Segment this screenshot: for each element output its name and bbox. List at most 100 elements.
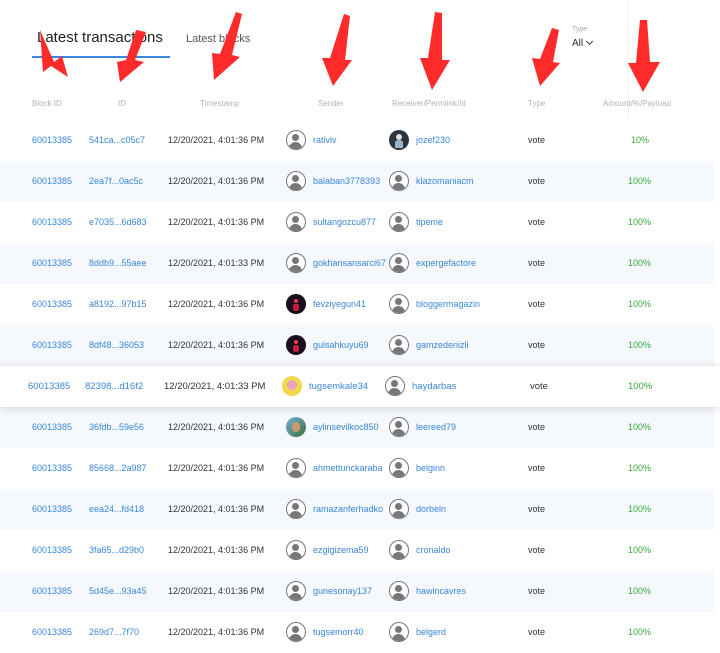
- transaction-type: vote: [530, 381, 548, 392]
- column-header-id: ID: [118, 99, 126, 108]
- sender-link[interactable]: balaban3778393: [313, 161, 389, 202]
- tab-latest-transactions[interactable]: Latest transactions: [37, 29, 163, 46]
- block-id-link[interactable]: 60013385: [32, 612, 72, 653]
- table-row: 60013385 36fdb...59e56 12/20/2021, 4:01:36…: [0, 407, 714, 448]
- table-row: 60013385 eea24...fd418 12/20/2021, 4:01:36…: [0, 489, 714, 530]
- receiver-avatar: [389, 253, 409, 273]
- receiver-link[interactable]: dorbeln: [416, 489, 446, 530]
- block-id-link[interactable]: 60013385: [32, 202, 72, 243]
- amount-value: 10%: [631, 135, 650, 145]
- sender-link[interactable]: gunesonay137: [313, 571, 389, 612]
- receiver-link[interactable]: haydarbas: [412, 366, 456, 407]
- transaction-id-link[interactable]: e7035...6d683: [89, 202, 147, 243]
- timestamp: 12/20/2021, 4:01:36 PM: [168, 463, 265, 473]
- amount-value: 100%: [628, 340, 652, 350]
- receiver-link[interactable]: hawincavres: [416, 571, 466, 612]
- transaction-type: vote: [528, 586, 546, 596]
- sender-link[interactable]: gokhansansarci67: [313, 243, 389, 284]
- receiver-avatar: [389, 581, 409, 601]
- table-row: 60013385 269d7...7f70 12/20/2021, 4:01:36 …: [0, 612, 714, 653]
- sender-link[interactable]: rativiv: [313, 120, 389, 161]
- transaction-id-link[interactable]: 82398...d16f2: [85, 366, 143, 407]
- receiver-avatar: [389, 171, 409, 191]
- active-tab-underline: [32, 56, 170, 58]
- block-id-link[interactable]: 60013385: [32, 325, 72, 366]
- receiver-link[interactable]: belginn: [416, 448, 445, 489]
- receiver-link[interactable]: bloggermagazin: [416, 284, 480, 325]
- receiver-avatar: [389, 417, 409, 437]
- transaction-id-link[interactable]: 85668...2a987: [89, 448, 147, 489]
- receiver-link[interactable]: tipeme: [416, 202, 443, 243]
- block-id-link[interactable]: 60013385: [32, 243, 72, 284]
- sender-avatar: [286, 171, 306, 191]
- transaction-id-link[interactable]: 269d7...7f70: [89, 612, 139, 653]
- transaction-id-link[interactable]: 3fa65...d29b0: [89, 530, 144, 571]
- block-id-link[interactable]: 60013385: [32, 530, 72, 571]
- sender-link[interactable]: ramazanferhadko: [313, 489, 389, 530]
- receiver-avatar: [389, 499, 409, 519]
- block-id-link[interactable]: 60013385: [28, 366, 70, 407]
- transaction-id-link[interactable]: 36fdb...59e56: [89, 407, 144, 448]
- receiver-avatar: [389, 540, 409, 560]
- transaction-id-link[interactable]: 8df48...36053: [89, 325, 144, 366]
- sender-link[interactable]: aylinsevilkoc850: [313, 407, 389, 448]
- transaction-id-link[interactable]: 5d45e...93a45: [89, 571, 147, 612]
- column-header-block-id: Block ID: [32, 99, 62, 108]
- timestamp: 12/20/2021, 4:01:36 PM: [168, 586, 265, 596]
- receiver-link[interactable]: belgerd: [416, 612, 446, 653]
- sender-avatar: [286, 335, 306, 355]
- table-row: 60013385 8ddb9...55aee 12/20/2021, 4:01:33…: [0, 243, 714, 284]
- block-id-link[interactable]: 60013385: [32, 448, 72, 489]
- block-id-link[interactable]: 60013385: [32, 120, 72, 161]
- tab-latest-blocks[interactable]: Latest blocks: [186, 33, 250, 45]
- timestamp: 12/20/2021, 4:01:33 PM: [164, 381, 266, 392]
- sender-avatar: [286, 253, 306, 273]
- sender-link[interactable]: ezgigizema59: [313, 530, 389, 571]
- transaction-type: vote: [528, 504, 546, 514]
- block-id-link[interactable]: 60013385: [32, 407, 72, 448]
- receiver-link[interactable]: leereed79: [416, 407, 456, 448]
- receiver-link[interactable]: cronaldo: [416, 530, 451, 571]
- receiver-avatar: [389, 130, 409, 150]
- sender-link[interactable]: tugsemorr40: [313, 612, 389, 653]
- timestamp: 12/20/2021, 4:01:36 PM: [168, 176, 265, 186]
- block-id-link[interactable]: 60013385: [32, 571, 72, 612]
- sender-link[interactable]: ahmettunckaraba: [313, 448, 389, 489]
- column-header-receiver: Receiver/Permlink/Id: [392, 99, 466, 108]
- sender-link[interactable]: gulsahkuyu69: [313, 325, 389, 366]
- table-row: 60013385 3fa65...d29b0 12/20/2021, 4:01:36…: [0, 530, 714, 571]
- amount-value: 100%: [628, 627, 652, 637]
- table-row: 60013385 e7035...6d683 12/20/2021, 4:01:36…: [0, 202, 714, 243]
- amount-value: 100%: [628, 176, 652, 186]
- timestamp: 12/20/2021, 4:01:36 PM: [168, 135, 265, 145]
- transaction-id-link[interactable]: 8ddb9...55aee: [89, 243, 147, 284]
- sender-link[interactable]: tugsemkale34: [309, 366, 385, 407]
- type-filter-select[interactable]: All: [572, 37, 594, 49]
- receiver-link[interactable]: gamzedenizli: [416, 325, 469, 366]
- amount-value: 100%: [628, 422, 652, 432]
- transaction-id-link[interactable]: 2ea7f...0ac5c: [89, 161, 143, 202]
- amount-value: 100%: [628, 463, 652, 473]
- block-id-link[interactable]: 60013385: [32, 161, 72, 202]
- sender-link[interactable]: sultangozcu877: [313, 202, 389, 243]
- sender-avatar: [282, 376, 302, 396]
- timestamp: 12/20/2021, 4:01:36 PM: [168, 299, 265, 309]
- transaction-id-link[interactable]: a8192...97b15: [89, 284, 147, 325]
- transaction-type: vote: [528, 545, 546, 555]
- timestamp: 12/20/2021, 4:01:36 PM: [168, 545, 265, 555]
- transaction-id-link[interactable]: 541ca...c05c7: [89, 120, 145, 161]
- amount-value: 100%: [628, 299, 652, 309]
- sender-avatar: [286, 130, 306, 150]
- block-id-link[interactable]: 60013385: [32, 284, 72, 325]
- transaction-type: vote: [528, 422, 546, 432]
- receiver-link[interactable]: klazomaniacm: [416, 161, 474, 202]
- sender-link[interactable]: fevziyegun41: [313, 284, 389, 325]
- transaction-id-link[interactable]: eea24...fd418: [89, 489, 144, 530]
- block-id-link[interactable]: 60013385: [32, 489, 72, 530]
- receiver-link[interactable]: expergefactore: [416, 243, 476, 284]
- timestamp: 12/20/2021, 4:01:36 PM: [168, 340, 265, 350]
- table-row: 60013385 82398...d16f2 12/20/2021, 4:01:33…: [0, 366, 720, 407]
- column-header-sender: Sender: [318, 99, 344, 108]
- receiver-link[interactable]: jozef230: [416, 120, 450, 161]
- column-header-amount: Amount/%/Payload: [603, 99, 672, 108]
